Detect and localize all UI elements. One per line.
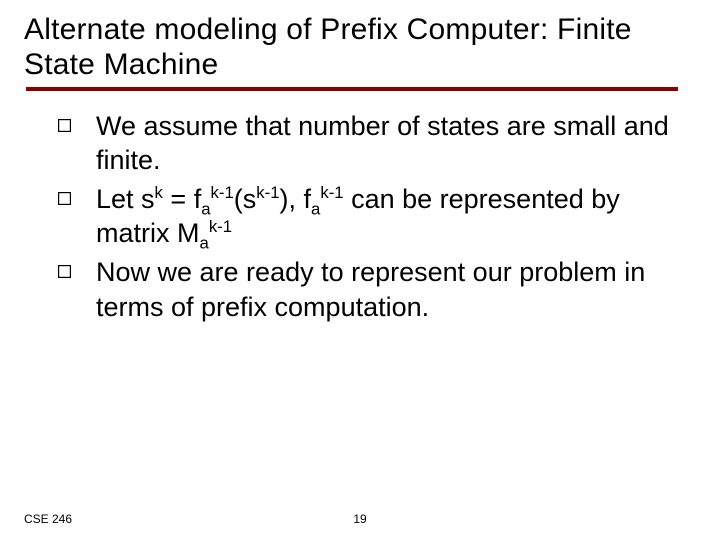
bullet-text: We assume that number of states are smal…: [96, 109, 696, 178]
square-bullet-icon: [58, 109, 96, 132]
footer-course: CSE 246: [24, 512, 72, 526]
subscript: a: [200, 234, 209, 253]
slide: Alternate modeling of Prefix Computer: F…: [0, 0, 720, 540]
slide-title: Alternate modeling of Prefix Computer: F…: [24, 12, 696, 83]
text-frag: (s: [234, 184, 257, 214]
square-bullet-icon: [58, 255, 96, 278]
bullet-text: Let sk = fak-1(sk-1), fak-1 can be repre…: [96, 182, 696, 251]
text-frag: = f: [163, 184, 201, 214]
bullet-text: Now we are ready to represent our proble…: [96, 255, 696, 324]
superscript: k: [155, 183, 163, 202]
list-item: Now we are ready to represent our proble…: [58, 255, 696, 324]
superscript: k-1: [256, 183, 279, 202]
list-item: Let sk = fak-1(sk-1), fak-1 can be repre…: [58, 182, 696, 251]
square-bullet-icon: [58, 182, 96, 205]
superscript: k-1: [209, 217, 232, 236]
footer-page-number: 19: [353, 512, 366, 526]
subscript: a: [311, 199, 320, 218]
slide-body: We assume that number of states are smal…: [24, 109, 696, 324]
text-frag: ), f: [280, 184, 312, 214]
superscript: k-1: [320, 183, 343, 202]
list-item: We assume that number of states are smal…: [58, 109, 696, 178]
superscript: k-1: [211, 183, 234, 202]
text-frag: Let s: [96, 184, 155, 214]
title-underline: [26, 87, 678, 91]
slide-footer: CSE 246 19: [24, 512, 696, 526]
subscript: a: [201, 199, 210, 218]
